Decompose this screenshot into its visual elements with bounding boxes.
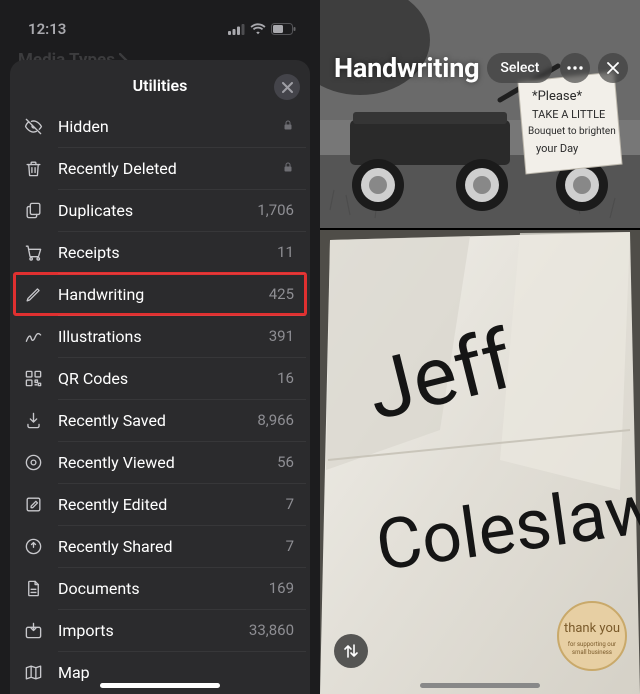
list-item-count: 11 xyxy=(254,243,294,261)
list-item-imports[interactable]: Imports 33,860 xyxy=(14,609,306,651)
list-item-duplicates[interactable]: Duplicates 1,706 xyxy=(14,189,306,231)
utilities-list: Hidden Recently Deleted Duplicates 1,706… xyxy=(10,105,310,693)
list-item-count: 7 xyxy=(254,495,294,513)
list-item-hidden[interactable]: Hidden xyxy=(14,105,306,147)
edit-icon xyxy=(22,493,44,515)
list-item-label: Recently Edited xyxy=(58,495,240,514)
svg-text:for supporting our: for supporting our xyxy=(568,641,616,648)
select-button[interactable]: Select xyxy=(487,53,552,83)
map-icon xyxy=(22,661,44,683)
list-item-count: 7 xyxy=(254,537,294,555)
list-item-label: Recently Deleted xyxy=(58,159,266,178)
list-item-label: Map xyxy=(58,663,240,682)
list-item-label: Recently Saved xyxy=(58,411,240,430)
photo-thumbnail[interactable]: *Please* TAKE A LITTLE Bouquet to bright… xyxy=(320,0,640,228)
list-item-count: 56 xyxy=(254,453,294,471)
list-item-recently-edited[interactable]: Recently Edited 7 xyxy=(14,483,306,525)
close-button[interactable] xyxy=(274,74,300,100)
list-item-label: Receipts xyxy=(58,243,240,262)
close-icon xyxy=(607,62,619,74)
list-item-count: 33,860 xyxy=(249,621,294,639)
list-item-receipts[interactable]: Receipts 11 xyxy=(14,231,306,273)
list-item-label: Handwriting xyxy=(58,285,240,304)
photo-grid: *Please* TAKE A LITTLE Bouquet to bright… xyxy=(320,0,640,694)
download-icon xyxy=(22,409,44,431)
svg-text:TAKE A LITTLE: TAKE A LITTLE xyxy=(532,108,605,121)
list-item-label: Recently Viewed xyxy=(58,453,240,472)
svg-text:Bouquet to brighten: Bouquet to brighten xyxy=(528,126,616,137)
list-item-label: Duplicates xyxy=(58,201,240,220)
list-item-count: 8,966 xyxy=(254,411,294,429)
list-item-illustrations[interactable]: Illustrations 391 xyxy=(14,315,306,357)
list-item-label: Hidden xyxy=(58,117,266,136)
list-item-label: Documents xyxy=(58,579,240,598)
utilities-modal: Utilities Hidden Recently Deleted Duplic… xyxy=(10,60,310,694)
doc-icon xyxy=(22,577,44,599)
battery-icon xyxy=(271,23,296,35)
modal-title: Utilities xyxy=(133,76,188,95)
list-item-recently-viewed[interactable]: Recently Viewed 56 xyxy=(14,441,306,483)
cellular-icon xyxy=(228,24,245,35)
list-item-qr-codes[interactable]: QR Codes 16 xyxy=(14,357,306,399)
wifi-icon xyxy=(250,23,266,35)
trash-icon xyxy=(22,157,44,179)
eye-circle-icon xyxy=(22,451,44,473)
sort-button[interactable] xyxy=(334,634,368,668)
pencil-icon xyxy=(22,283,44,305)
list-item-handwriting[interactable]: Handwriting 425 xyxy=(14,273,306,315)
screenshot-right: *Please* TAKE A LITTLE Bouquet to bright… xyxy=(320,0,640,694)
qr-icon xyxy=(22,367,44,389)
list-item-count: 391 xyxy=(254,327,294,345)
status-bar: 12:13 xyxy=(0,0,320,48)
list-item-label: Imports xyxy=(58,621,235,640)
ellipsis-icon xyxy=(567,66,583,70)
home-indicator[interactable] xyxy=(420,683,540,688)
list-item-count: 16 xyxy=(254,369,294,387)
eye-slash-icon xyxy=(22,115,44,137)
screenshot-left: 12:13 Media Types Utilities Hidden Recen… xyxy=(0,0,320,694)
home-indicator[interactable] xyxy=(100,683,220,688)
list-item-label: QR Codes xyxy=(58,369,240,388)
status-time: 12:13 xyxy=(28,20,66,38)
svg-text:small business: small business xyxy=(572,649,612,656)
list-item-recently-shared[interactable]: Recently Shared 7 xyxy=(14,525,306,567)
list-item-count: 1,706 xyxy=(254,201,294,219)
list-item-recently-saved[interactable]: Recently Saved 8,966 xyxy=(14,399,306,441)
album-header: Handwriting Select xyxy=(320,48,640,92)
status-indicators xyxy=(228,23,296,35)
list-item-label: Illustrations xyxy=(58,327,240,346)
modal-header: Utilities xyxy=(10,64,310,105)
more-button[interactable] xyxy=(560,53,590,83)
close-button[interactable] xyxy=(598,53,628,83)
list-item-documents[interactable]: Documents 169 xyxy=(14,567,306,609)
share-icon xyxy=(22,535,44,557)
lock-icon xyxy=(280,159,294,178)
page-title: Handwriting xyxy=(334,52,479,84)
import-icon xyxy=(22,619,44,641)
lock-icon xyxy=(280,117,294,136)
receipt-icon xyxy=(22,241,44,263)
svg-text:your Day: your Day xyxy=(536,142,579,155)
svg-text:thank you: thank you xyxy=(564,621,620,636)
close-icon xyxy=(282,82,293,93)
sort-arrows-icon xyxy=(343,643,359,659)
scribble-icon xyxy=(22,325,44,347)
list-item-count: 169 xyxy=(254,579,294,597)
list-item-count: 425 xyxy=(254,285,294,303)
duplicates-icon xyxy=(22,199,44,221)
list-item-recently-deleted[interactable]: Recently Deleted xyxy=(14,147,306,189)
photo-thumbnail[interactable]: Jeff Coleslaw thank you for supporting o… xyxy=(320,230,640,694)
list-item-label: Recently Shared xyxy=(58,537,240,556)
